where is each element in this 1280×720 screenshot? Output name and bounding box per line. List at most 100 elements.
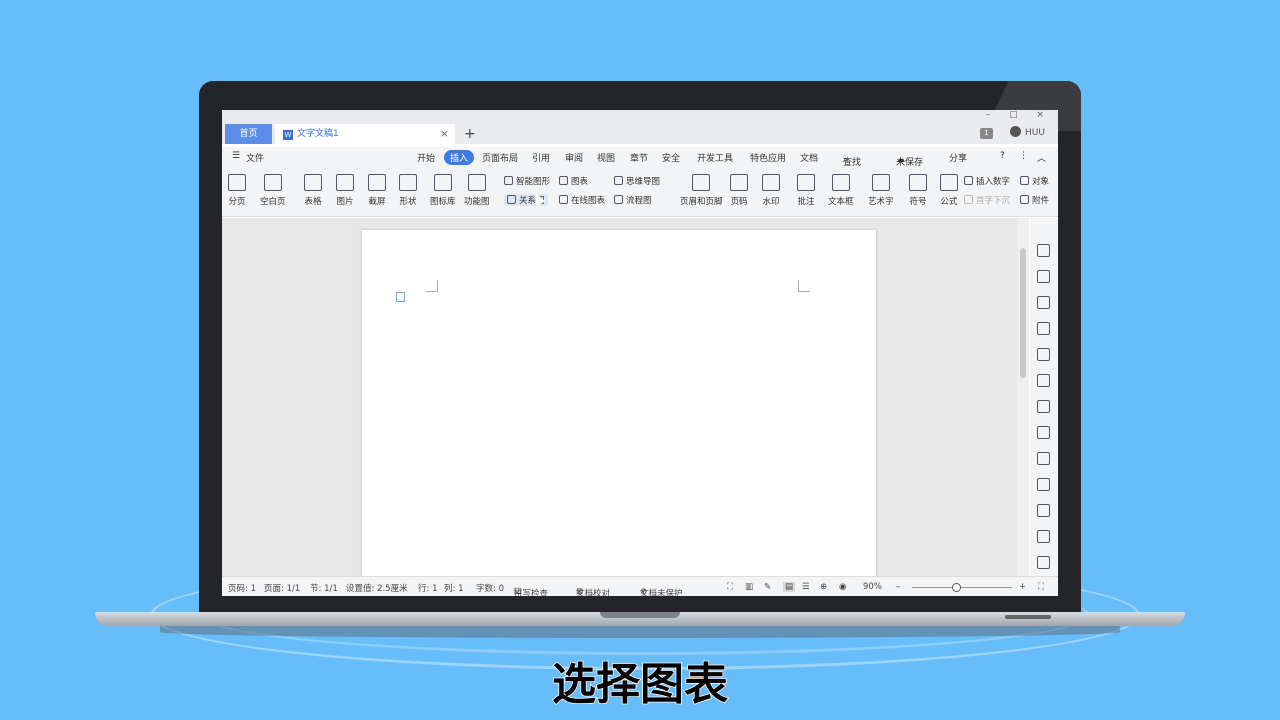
help-icon[interactable]: ?: [1000, 151, 1005, 161]
menu-features[interactable]: 特色应用: [750, 151, 786, 164]
share-button[interactable]: 分享: [949, 151, 967, 164]
edit-mode-icon[interactable]: ✎: [764, 582, 771, 592]
archive-icon[interactable]: [1037, 556, 1050, 569]
online-chart-button[interactable]: 在线图表: [559, 194, 605, 206]
flowchart-button[interactable]: 流程图: [614, 194, 652, 206]
page-break-button[interactable]: 分页: [228, 174, 246, 207]
picture-icon: [336, 174, 354, 191]
chart-button[interactable]: 图表: [559, 175, 588, 187]
blank-page-button[interactable]: 空白页: [260, 174, 286, 207]
document-page[interactable]: [362, 230, 876, 580]
eye-protect-icon[interactable]: ◉: [839, 582, 846, 592]
wps-window: 首页 W 文字文稿1 × + – ▢ × 1 HUU ☰ 文件 开始 插入 页面布…: [222, 110, 1058, 596]
status-setting[interactable]: 设置值: 2.5厘米: [346, 582, 408, 594]
menu-developer[interactable]: 开发工具: [697, 151, 733, 164]
picture-button[interactable]: 图片: [336, 174, 354, 207]
comment-button[interactable]: 批注: [797, 174, 815, 207]
table-button[interactable]: 表格: [304, 174, 322, 207]
zoom-slider[interactable]: [912, 587, 1012, 588]
shape-label: 形状: [399, 197, 417, 207]
drop-cap-button[interactable]: 首字下沉: [964, 194, 1010, 206]
read-mode-icon[interactable]: ▥: [745, 582, 753, 592]
paste-options-icon[interactable]: [396, 292, 405, 302]
status-section[interactable]: 节: 1/1: [310, 582, 338, 594]
mindmap-label: 思维导图: [626, 177, 661, 187]
attachment-button[interactable]: 附件: [1020, 194, 1049, 206]
scrollbar-thumb[interactable]: [1020, 248, 1026, 378]
table-label: 表格: [304, 197, 322, 207]
smart-graphic-button[interactable]: 智能图形: [504, 175, 550, 187]
export-icon[interactable]: [1037, 504, 1050, 517]
status-word-count[interactable]: 字数: 0: [476, 582, 504, 594]
textbox-label: 文本框: [828, 197, 854, 207]
share-nodes-icon[interactable]: [1037, 530, 1050, 543]
mindmap-button[interactable]: 思维导图: [614, 175, 660, 187]
document-search-icon[interactable]: [1037, 478, 1050, 491]
tab-home[interactable]: 首页: [225, 124, 272, 144]
wordart-icon: [871, 174, 890, 191]
insert-number-button[interactable]: 插入数字: [964, 175, 1010, 187]
fit-window-icon[interactable]: ⛶: [1038, 582, 1044, 592]
settings-sliders-icon[interactable]: [1037, 452, 1050, 465]
tab-document[interactable]: W 文字文稿1 ×: [275, 124, 455, 144]
menu-icon[interactable]: ☰: [232, 151, 240, 161]
table-tool-icon[interactable]: [1037, 374, 1050, 387]
shapes-icon[interactable]: [1037, 322, 1050, 335]
document-workspace: [222, 218, 1017, 580]
collapse-ribbon-icon[interactable]: ︿: [1037, 151, 1046, 164]
header-footer-button[interactable]: 页眉和页脚: [680, 174, 723, 207]
textbox-button[interactable]: 文本框: [828, 174, 854, 207]
page-number-button[interactable]: 页码: [730, 174, 748, 207]
menu-file[interactable]: 文件: [246, 151, 264, 164]
menu-layout[interactable]: 页面布局: [482, 151, 518, 164]
status-pages[interactable]: 页面: 1/1: [264, 582, 300, 594]
right-tool-panel: [1030, 218, 1058, 576]
formula-button[interactable]: 公式: [940, 174, 958, 207]
menu-insert[interactable]: 插入: [444, 150, 475, 165]
bar-chart-icon[interactable]: [1037, 426, 1050, 439]
status-col[interactable]: 列: 1: [444, 582, 463, 594]
menu-start[interactable]: 开始: [417, 151, 435, 164]
style-icon[interactable]: [1037, 348, 1050, 361]
screenshot-icon: [368, 174, 386, 191]
location-icon[interactable]: [1037, 296, 1050, 309]
function-chart-button[interactable]: 功能图: [464, 174, 490, 207]
close-tab-icon[interactable]: ×: [440, 124, 449, 144]
user-name: HUU: [1025, 128, 1045, 138]
shape-button[interactable]: 形状: [399, 174, 417, 207]
outline-view-icon[interactable]: ☰: [802, 582, 810, 592]
screenshot-button[interactable]: 截屏: [368, 174, 386, 207]
menu-security[interactable]: 安全: [662, 151, 680, 164]
pointer-icon[interactable]: [1037, 270, 1050, 283]
web-view-icon[interactable]: ⊕: [820, 582, 827, 592]
video-caption: 选择图表: [551, 658, 729, 711]
menu-reference[interactable]: 引用: [532, 151, 550, 164]
zoom-slider-knob[interactable]: [952, 583, 961, 592]
grid-icon[interactable]: [1037, 400, 1050, 413]
window-count-badge[interactable]: 1: [980, 128, 993, 139]
status-page-number[interactable]: 页码: 1: [228, 582, 256, 594]
more-icon[interactable]: ⋮: [1019, 151, 1028, 161]
window-controls[interactable]: – ▢ ×: [986, 110, 1052, 122]
menu-chapter[interactable]: 章节: [630, 151, 648, 164]
fullscreen-icon[interactable]: ⛶: [727, 582, 733, 592]
vertical-scrollbar[interactable]: [1017, 218, 1029, 576]
drop-cap-icon: [964, 195, 973, 204]
zoom-level[interactable]: 90%: [863, 582, 882, 592]
pen-icon[interactable]: [1037, 244, 1050, 257]
icon-library-icon: [433, 174, 452, 191]
menu-view[interactable]: 视图: [597, 151, 615, 164]
zoom-in-button[interactable]: +: [1019, 582, 1026, 592]
wordart-button[interactable]: 艺术字: [868, 174, 894, 207]
new-tab-button[interactable]: +: [464, 124, 476, 144]
user-account[interactable]: HUU: [1010, 126, 1045, 140]
watermark-button[interactable]: 水印: [762, 174, 780, 207]
status-row[interactable]: 行: 1: [418, 582, 437, 594]
page-view-icon[interactable]: ▤: [783, 582, 796, 592]
object-button[interactable]: 对象: [1020, 175, 1049, 187]
menu-review[interactable]: 审阅: [565, 151, 583, 164]
icon-library-button[interactable]: 图标库: [430, 174, 456, 207]
menu-doc[interactable]: 文档: [800, 151, 818, 164]
symbol-button[interactable]: 符号: [909, 174, 927, 207]
zoom-out-button[interactable]: –: [896, 582, 900, 592]
